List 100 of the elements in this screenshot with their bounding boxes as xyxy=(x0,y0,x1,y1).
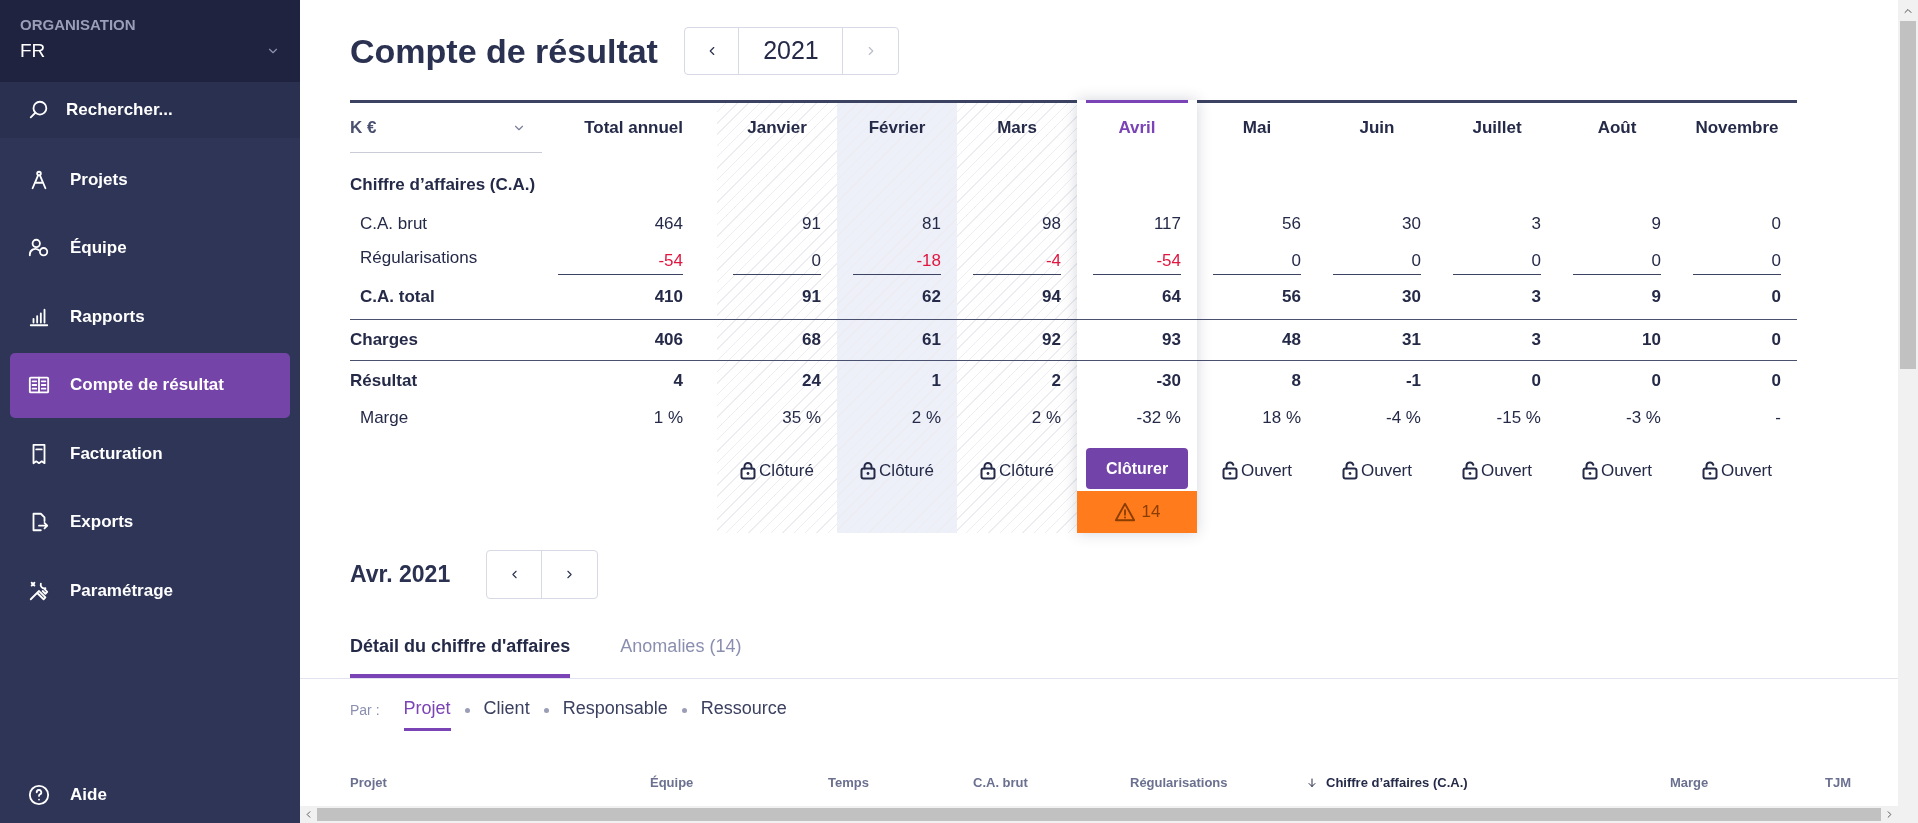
bullet-icon xyxy=(543,707,549,713)
nav-item[interactable]: Projets xyxy=(10,147,290,212)
table-cell-text: -3 % xyxy=(1626,407,1661,430)
column-header[interactable]: TJM xyxy=(1825,773,1851,793)
bullet-icon xyxy=(681,707,687,713)
column-header: Mars xyxy=(997,117,1037,140)
search-icon xyxy=(28,99,50,121)
status-label: Ouvert xyxy=(1361,459,1412,482)
table-cell-text: 35 % xyxy=(782,407,821,430)
table-cell-text: 4 xyxy=(673,370,683,393)
nav-item[interactable]: Compte de résultat xyxy=(10,352,290,418)
row-label: Marge xyxy=(359,407,409,430)
table-cell-text: 117 xyxy=(1153,213,1181,236)
table-cell-text: 1 xyxy=(931,370,941,393)
column-header[interactable]: Projet xyxy=(350,773,387,793)
table-cell: 0 xyxy=(733,247,821,275)
nav-item[interactable]: Équipe xyxy=(10,215,290,281)
nav-item[interactable]: Paramétrage xyxy=(10,558,290,623)
table-cell-text: 93 xyxy=(1162,329,1181,352)
column-header: Mai xyxy=(1242,117,1272,140)
column-header[interactable]: Temps xyxy=(828,773,869,793)
status-label: Clôturé xyxy=(879,459,934,482)
table-cell-text: 98 xyxy=(1042,213,1061,236)
table-cell-text: 3 xyxy=(1531,286,1541,309)
table-cell-text: -15 % xyxy=(1496,407,1541,430)
table-cell-text: 56 xyxy=(1282,286,1301,309)
table-cell-text: 92 xyxy=(1042,329,1061,352)
column-header: Janvier xyxy=(747,117,807,140)
table-cell-text: -30 xyxy=(1156,370,1181,393)
column-header[interactable]: Chiffre d’affaires (C.A.) xyxy=(1326,773,1468,793)
column-header: Total annuel xyxy=(584,117,683,140)
status-label: Ouvert xyxy=(1481,459,1532,482)
scroll-thumb[interactable] xyxy=(317,808,1881,821)
group-by-option[interactable]: Responsable xyxy=(562,689,668,731)
column-header: Novembre xyxy=(1695,117,1779,140)
column-header: Avril xyxy=(1118,117,1156,140)
table-cell-text: -1 xyxy=(1405,370,1421,393)
tab[interactable]: Détail du chiffre d'affaires xyxy=(350,633,571,678)
table-cell-text: 0 xyxy=(1651,370,1661,393)
status-label: Clôturé xyxy=(999,459,1054,482)
search-field[interactable]: Rechercher... xyxy=(0,82,300,138)
table-cell: 0 xyxy=(1693,247,1781,275)
organisation-switcher[interactable]: ORGANISATION FR xyxy=(0,0,300,82)
group-by-option[interactable]: Ressource xyxy=(700,689,787,731)
nav-item[interactable]: Facturation xyxy=(10,421,290,486)
column-header: Août xyxy=(1597,117,1637,140)
table-cell-text: 91 xyxy=(802,286,821,309)
table-cell-text: 3 xyxy=(1531,329,1541,352)
table-cell-text: 48 xyxy=(1282,329,1301,352)
table-cell-text: 0 xyxy=(1771,213,1781,236)
table-cell-text: 464 xyxy=(654,213,683,236)
column-header[interactable]: Marge xyxy=(1670,773,1709,793)
table-cell-text: 62 xyxy=(922,286,941,309)
table-cell-text: 0 xyxy=(1771,286,1781,309)
nav-item[interactable]: Rapports xyxy=(10,284,290,349)
table-cell-text: 31 xyxy=(1402,329,1421,352)
group-by-option[interactable]: Projet xyxy=(403,689,451,731)
close-month-button[interactable]: Clôturer xyxy=(1086,448,1188,489)
table-cell-text: 9 xyxy=(1651,286,1661,309)
table-cell-text: 0 xyxy=(1771,329,1781,352)
period-title: Avr. 2021 xyxy=(350,560,451,590)
help-link[interactable]: Aide xyxy=(10,781,290,809)
tools-icon xyxy=(28,579,50,602)
help-icon xyxy=(28,784,50,806)
table-cell-text: 56 xyxy=(1282,213,1301,236)
table-cell-text: 0 xyxy=(1531,370,1541,393)
group-by-label: Par : xyxy=(350,700,380,720)
table-cell-text: 406 xyxy=(654,329,683,352)
table-cell-text: 1 % xyxy=(653,407,683,430)
unit-selector[interactable]: K € xyxy=(350,103,542,153)
table-cell-text: 2 % xyxy=(911,407,941,430)
table-cell: 0 xyxy=(1333,247,1421,275)
column-header[interactable]: C.A. brut xyxy=(973,773,1028,793)
table-cell-text: - xyxy=(1775,407,1781,430)
table-cell: 0 xyxy=(1453,247,1541,275)
status-label: Ouvert xyxy=(1241,459,1292,482)
group-by-option[interactable]: Client xyxy=(483,689,530,731)
scroll-thumb[interactable] xyxy=(1900,21,1916,369)
row-label: Régularisations xyxy=(359,247,478,270)
table-cell: 0 xyxy=(1573,247,1661,275)
column-header[interactable]: Équipe xyxy=(650,773,694,793)
table-cell: 0 xyxy=(1213,247,1301,275)
year-label: 2021 xyxy=(739,28,844,74)
table-cell-text: 9 xyxy=(1651,213,1661,236)
table-cell-text: 64 xyxy=(1162,286,1181,309)
column-header[interactable]: Régularisations xyxy=(1130,773,1228,793)
table-cell-text: 3 xyxy=(1531,213,1541,236)
column-header: Février xyxy=(868,117,926,140)
table-cell: -18 xyxy=(853,247,941,275)
table-cell-text: 410 xyxy=(654,286,683,309)
row-label: Résultat xyxy=(350,370,418,393)
table-cell-text: 61 xyxy=(922,329,941,352)
row-label: Chiffre d’affaires (C.A.) xyxy=(350,173,536,196)
table-cell-text: 2 xyxy=(1051,370,1061,393)
status-label: Clôturé xyxy=(759,459,814,482)
table-cell: -4 xyxy=(973,247,1061,275)
table-cell-text: 68 xyxy=(802,329,821,352)
nav-item[interactable]: Exports xyxy=(10,489,290,555)
table-cell-text: 30 xyxy=(1402,286,1421,309)
table-cell-text: 94 xyxy=(1042,286,1061,309)
